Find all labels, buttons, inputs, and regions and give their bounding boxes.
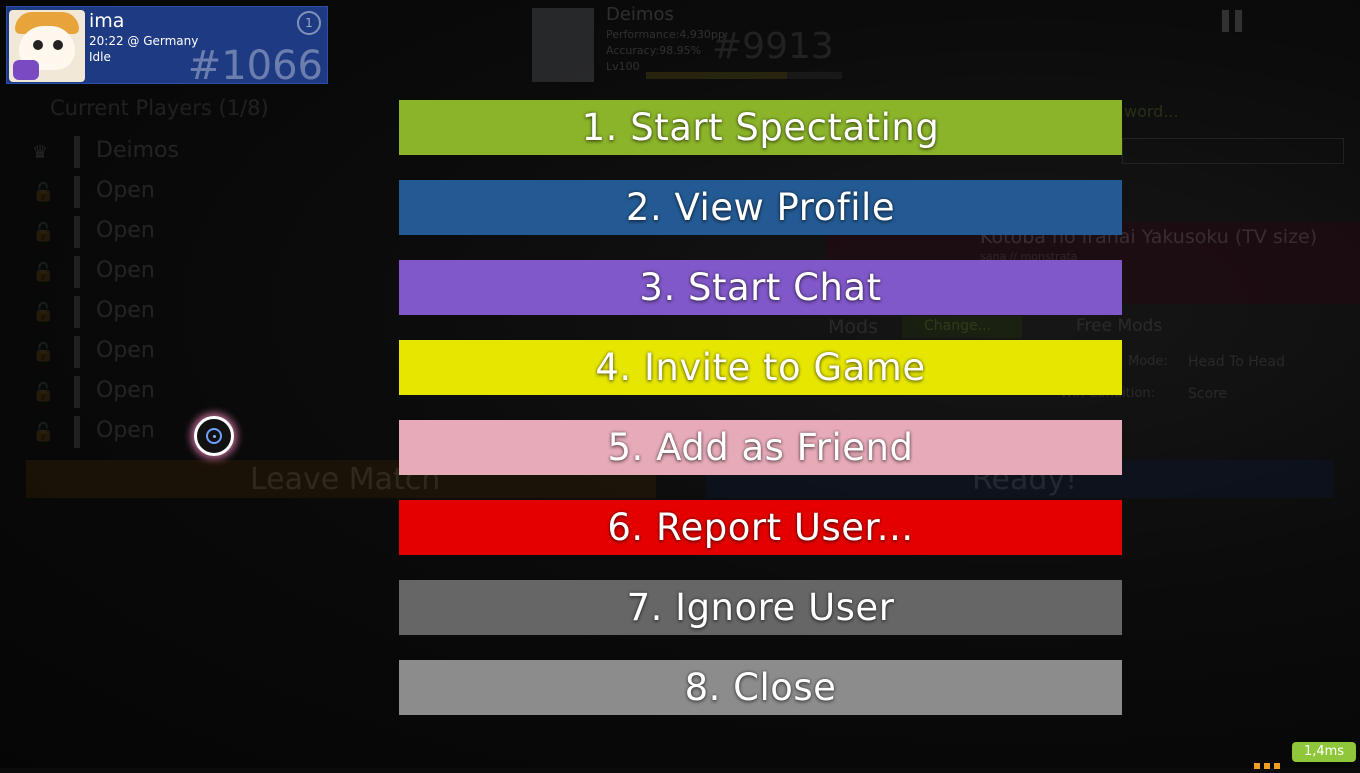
user-avatar bbox=[9, 10, 85, 82]
view-profile-button[interactable]: 2. View Profile bbox=[399, 180, 1122, 235]
add-as-friend-button[interactable]: 5. Add as Friend bbox=[399, 420, 1122, 475]
close-button[interactable]: 8. Close bbox=[399, 660, 1122, 715]
start-spectating-button[interactable]: 1. Start Spectating bbox=[399, 100, 1122, 155]
user-name: ima bbox=[89, 10, 125, 32]
invite-to-game-button[interactable]: 4. Invite to Game bbox=[399, 340, 1122, 395]
user-rank: #1066 bbox=[187, 43, 323, 84]
osu-mode-icon: 1 bbox=[297, 11, 321, 35]
report-user-button[interactable]: 6. Report User... bbox=[399, 500, 1122, 555]
latency-badge: 1,4ms bbox=[1292, 742, 1356, 762]
user-card[interactable]: ima 20:22 @ Germany Idle #1066 1 bbox=[6, 6, 328, 84]
activity-dots bbox=[1254, 754, 1284, 773]
user-time-location: 20:22 @ Germany bbox=[89, 34, 199, 48]
cursor-icon bbox=[194, 416, 234, 456]
start-chat-button[interactable]: 3. Start Chat bbox=[399, 260, 1122, 315]
user-status: Idle bbox=[89, 50, 111, 64]
ignore-user-button[interactable]: 7. Ignore User bbox=[399, 580, 1122, 635]
